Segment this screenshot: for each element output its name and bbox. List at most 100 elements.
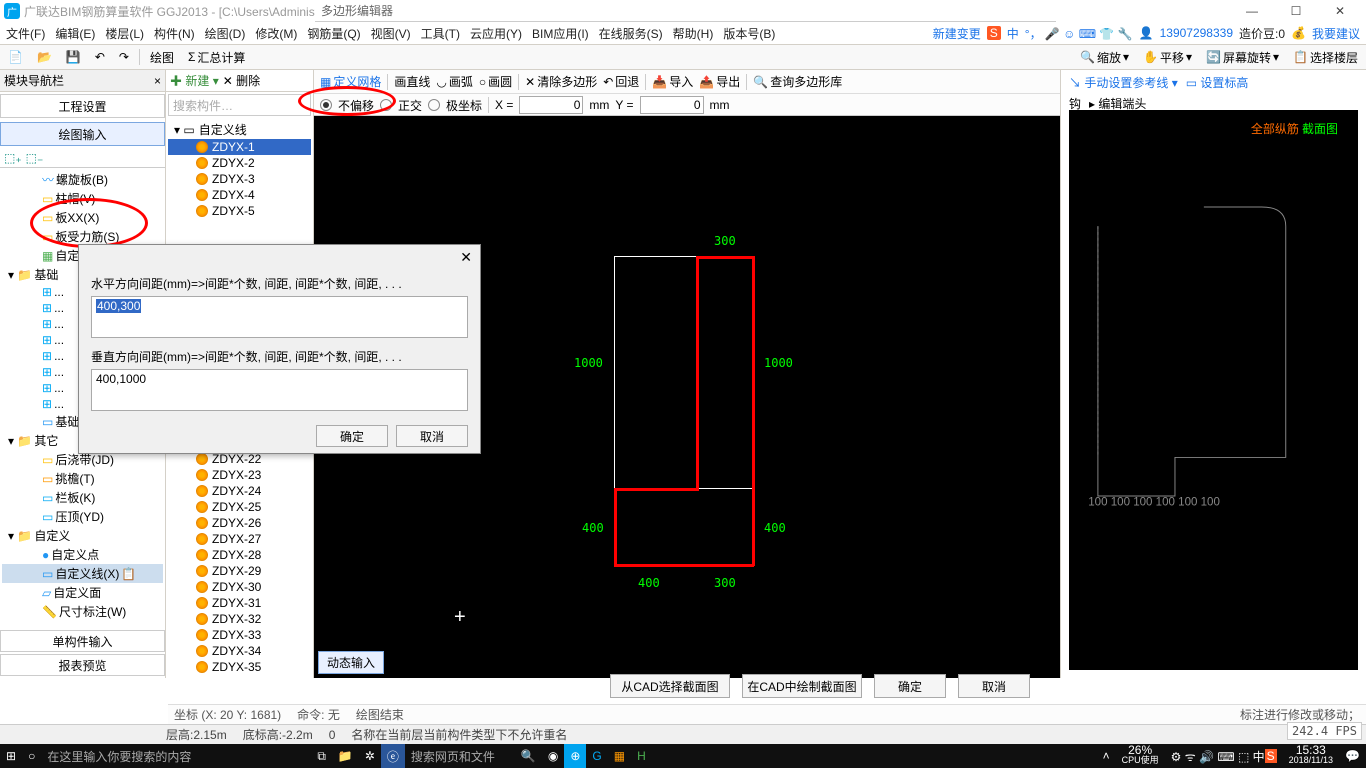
pan-button[interactable]: ✋ 平移 ▾	[1139, 47, 1196, 68]
search-input[interactable]: 搜索构件…	[168, 94, 311, 116]
export-button[interactable]: 📤 导出	[699, 73, 740, 90]
menu-tool[interactable]: 工具(T)	[421, 25, 460, 42]
v-spacing-input[interactable]: 400,1000	[91, 369, 468, 411]
list-item[interactable]: ZDYX-34	[168, 643, 311, 659]
radio-polar[interactable]	[428, 99, 440, 111]
draw-button[interactable]: 绘图	[146, 47, 178, 68]
menu-rebar[interactable]: 钢筋量(Q)	[307, 25, 360, 42]
undo-icon[interactable]: ↶	[91, 48, 109, 66]
list-item[interactable]: ZDYX-27	[168, 531, 311, 547]
draw-arc-button[interactable]: ◡ 画弧	[436, 73, 473, 90]
back-button[interactable]: ↶ 回退	[603, 73, 639, 90]
list-item[interactable]: ZDYX-26	[168, 515, 311, 531]
delete-component-button[interactable]: ✕ 删除	[223, 72, 260, 89]
close-button[interactable]: ✕	[1318, 4, 1362, 18]
dynamic-input-button[interactable]: 动态输入	[318, 651, 384, 674]
menu-edit[interactable]: 编辑(E)	[55, 25, 95, 42]
taskbar-search[interactable]: 在这里输入你要搜索的内容	[41, 744, 311, 768]
y-input[interactable]	[640, 96, 704, 114]
search-btn-icon[interactable]: 🔍	[515, 744, 542, 768]
from-cad-button[interactable]: 从CAD选择截面图	[610, 674, 730, 698]
tab-report[interactable]: 报表预览	[0, 654, 165, 676]
main-ok-button[interactable]: 确定	[874, 674, 946, 698]
dialog-cancel-button[interactable]: 取消	[396, 425, 468, 447]
draw-cad-button[interactable]: 在CAD中绘制截面图	[742, 674, 862, 698]
nav-group-zdy[interactable]: ▾ 📁 自定义	[2, 526, 163, 545]
redo-icon[interactable]: ↷	[115, 48, 133, 66]
menu-modify[interactable]: 修改(M)	[255, 25, 297, 42]
clear-poly-button[interactable]: ✕ 清除多边形	[525, 73, 597, 90]
list-item[interactable]: ZDYX-35	[168, 659, 311, 675]
notification-icon[interactable]: 💬	[1339, 744, 1366, 768]
suggest-button[interactable]: 我要建议	[1312, 25, 1360, 42]
tab-project-settings[interactable]: 工程设置	[0, 94, 165, 118]
set-elev-button[interactable]: ▭ 设置标高	[1186, 74, 1249, 91]
list-item[interactable]: ZDYX-23	[168, 467, 311, 483]
menu-help[interactable]: 帮助(H)	[673, 25, 714, 42]
glodon-icon[interactable]: ⊕	[564, 744, 586, 768]
app-icon[interactable]: ▦	[608, 744, 631, 768]
fan-icon[interactable]: ✲	[359, 744, 381, 768]
search-lib-button[interactable]: 🔍 查询多边形库	[753, 73, 842, 90]
select-floor-button[interactable]: 📋 选择楼层	[1289, 47, 1362, 68]
dialog-close-button[interactable]: ✕	[460, 249, 472, 266]
menu-floor[interactable]: 楼层(L)	[105, 25, 144, 42]
user-phone[interactable]: 13907298339	[1160, 26, 1233, 40]
sum-calc-button[interactable]: Σ 汇总计算	[184, 47, 249, 68]
draw-circle-button[interactable]: ○ 画圆	[479, 73, 512, 90]
list-item[interactable]: ZDYX-5	[168, 203, 311, 219]
list-item[interactable]: ZDYX-24	[168, 483, 311, 499]
new-component-button[interactable]: ✚ 新建 ▾	[170, 72, 219, 89]
menu-component[interactable]: 构件(N)	[154, 25, 195, 42]
tray-chevron-icon[interactable]: ˄	[1097, 744, 1116, 768]
rotate-button[interactable]: 🔄 屏幕旋转 ▾	[1202, 47, 1283, 68]
menu-bim[interactable]: BIM应用(I)	[532, 25, 589, 42]
import-button[interactable]: 📥 导入	[652, 73, 693, 90]
windows-taskbar[interactable]: ⊞ ○ 在这里输入你要搜索的内容 ⧉ 📁 ✲ ⓔ 搜索网页和文件 🔍 ◉ ⊕ G…	[0, 744, 1366, 768]
start-button[interactable]: ⊞	[0, 744, 22, 768]
tab-single-input[interactable]: 单构件输入	[0, 630, 165, 652]
list-item[interactable]: ZDYX-31	[168, 595, 311, 611]
main-cancel-button[interactable]: 取消	[958, 674, 1030, 698]
list-item[interactable]: ZDYX-25	[168, 499, 311, 515]
app-icon[interactable]: ◉	[542, 744, 564, 768]
file-explorer-icon[interactable]: 📁	[332, 744, 359, 768]
scale-button[interactable]: 🔍 缩放 ▾	[1076, 47, 1133, 68]
menu-file[interactable]: 文件(F)	[6, 25, 45, 42]
save-icon[interactable]: 💾	[62, 48, 85, 66]
cortana-icon[interactable]: ○	[22, 744, 41, 768]
list-item[interactable]: ZDYX-1	[168, 139, 311, 155]
tab-draw-input[interactable]: 绘图输入	[0, 122, 165, 146]
list-item[interactable]: ZDYX-30	[168, 579, 311, 595]
menu-online[interactable]: 在线服务(S)	[599, 25, 663, 42]
ie-icon[interactable]: ⓔ	[381, 744, 405, 768]
dialog-ok-button[interactable]: 确定	[316, 425, 388, 447]
list-item[interactable]: ZDYX-32	[168, 611, 311, 627]
task-view-icon[interactable]: ⧉	[311, 744, 332, 768]
menu-version[interactable]: 版本号(B)	[723, 25, 775, 42]
new-file-icon[interactable]: 📄	[4, 48, 27, 66]
maximize-button[interactable]: ☐	[1274, 4, 1318, 18]
list-item[interactable]: ZDYX-4	[168, 187, 311, 203]
open-icon[interactable]: 📂	[33, 48, 56, 66]
list-item[interactable]: ZDYX-3	[168, 171, 311, 187]
manual-ref-button[interactable]: ↘ 手动设置参考线 ▾	[1069, 74, 1178, 91]
list-item[interactable]: ZDYX-33	[168, 627, 311, 643]
list-item[interactable]: ZDYX-2	[168, 155, 311, 171]
nav-item-zdyx[interactable]: ▭自定义线(X) 📋	[2, 564, 163, 583]
menu-cloud[interactable]: 云应用(Y)	[470, 25, 522, 42]
app-icon[interactable]: H	[631, 744, 652, 768]
list-item[interactable]: ZDYX-28	[168, 547, 311, 563]
minimize-button[interactable]: —	[1230, 4, 1274, 18]
list-item[interactable]: ZDYX-29	[168, 563, 311, 579]
draw-line-button[interactable]: 画直线	[394, 73, 430, 90]
app-icon[interactable]: G	[586, 744, 607, 768]
menu-draw[interactable]: 绘图(D)	[205, 25, 246, 42]
clock[interactable]: 15:332018/11/13	[1283, 744, 1339, 768]
beans-label: 造价豆:0	[1239, 25, 1285, 42]
x-input[interactable]	[519, 96, 583, 114]
new-change-button[interactable]: 新建变更	[933, 25, 981, 42]
menu-view[interactable]: 视图(V)	[371, 25, 411, 42]
h-spacing-input[interactable]: 400,300	[91, 296, 468, 338]
tray-icons[interactable]: ⚙ ᯤ 🔊 ⌨ ⬚ 中 S	[1165, 744, 1283, 768]
